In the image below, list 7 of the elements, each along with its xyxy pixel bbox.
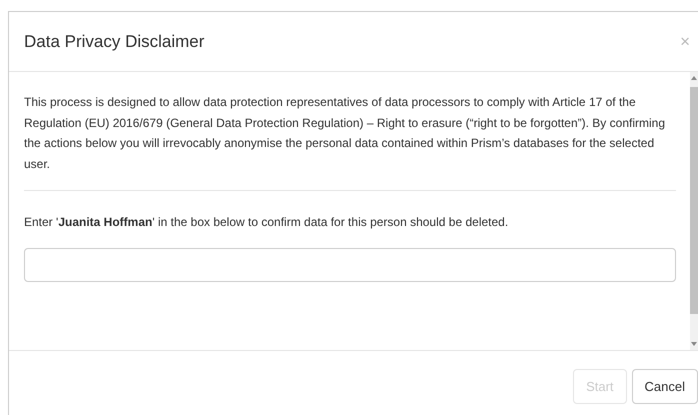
close-button[interactable]: ×	[680, 32, 690, 52]
scrollbar[interactable]	[690, 72, 698, 350]
disclaimer-text: This process is designed to allow data protection representatives of data processors to comply with Article 17 of the Regulation (EU) 2016/679 (General Data Protection Regulation) – Right to erasure (“right to be forgotten”). By confirming the actions below you will irrevocably anonymise the personal data contained within Prism’s databases for the selected user.	[24, 94, 666, 173]
dialog-title: Data Privacy Disclaimer	[24, 32, 204, 52]
confirm-instruction: Enter 'Juanita Hoffman' in the box below to confirm data for this person should be deleted.	[24, 215, 510, 230]
cancel-button[interactable]: Cancel	[632, 369, 698, 404]
confirm-name-field[interactable]	[24, 248, 676, 282]
